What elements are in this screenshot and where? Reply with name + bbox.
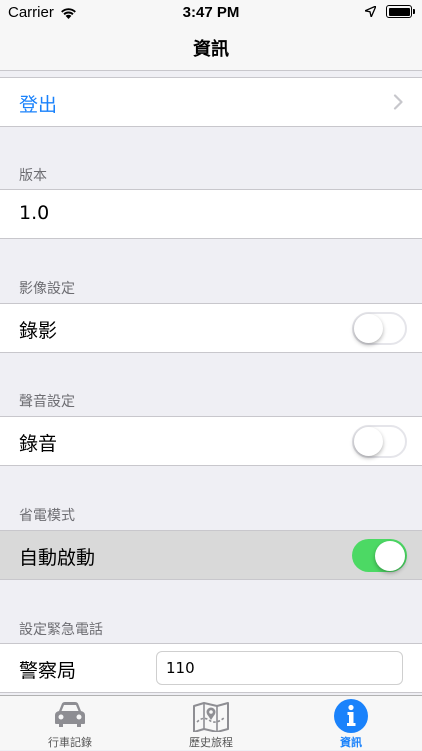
location-arrow-icon: [365, 6, 376, 17]
version-section-header: 版本: [19, 168, 47, 184]
toggle-knob: [354, 314, 383, 343]
tab-driving-record[interactable]: 行車記錄: [0, 696, 140, 751]
power-saving-section-header: 省電模式: [19, 508, 75, 524]
auto-start-row: 自動啟動: [0, 530, 422, 580]
tab-info[interactable]: 資訊: [281, 696, 421, 751]
video-record-label: 錄影: [19, 320, 58, 342]
auto-start-toggle[interactable]: [352, 539, 407, 572]
version-row: 1.0: [0, 189, 422, 239]
version-value: 1.0: [19, 202, 50, 224]
video-record-toggle[interactable]: [352, 312, 407, 345]
audio-record-label: 錄音: [19, 433, 58, 455]
logout-row[interactable]: 登出: [0, 77, 422, 127]
map-icon: [193, 702, 229, 732]
police-number-input[interactable]: 110: [156, 651, 403, 685]
car-icon: [55, 702, 85, 727]
emergency-section-header: 設定緊急電話: [19, 622, 103, 638]
navigation-bar: 資訊: [0, 26, 422, 71]
battery-icon: [386, 5, 415, 18]
tab-driving-record-label: 行車記錄: [48, 736, 92, 749]
toggle-knob: [354, 427, 383, 456]
audio-record-toggle[interactable]: [352, 425, 407, 458]
police-label: 警察局: [19, 660, 77, 682]
status-bar: Carrier 3:47 PM: [0, 0, 422, 26]
info-icon: [334, 699, 368, 733]
auto-start-label: 自動啟動: [19, 547, 96, 569]
chevron-right-icon: [393, 94, 403, 110]
video-record-row: 錄影: [0, 303, 422, 353]
status-time: 3:47 PM: [182, 4, 240, 21]
tab-bar: 行車記錄 歷史旅程 資訊: [0, 695, 422, 750]
page-title: 資訊: [193, 39, 229, 60]
tab-trip-history[interactable]: 歷史旅程: [141, 696, 281, 751]
tab-info-label: 資訊: [340, 736, 362, 749]
logout-label: 登出: [19, 94, 58, 116]
video-section-header: 影像設定: [19, 281, 75, 297]
tab-trip-history-label: 歷史旅程: [189, 736, 233, 749]
police-row: 警察局 110: [0, 643, 422, 693]
audio-section-header: 聲音設定: [19, 394, 75, 410]
toggle-knob: [375, 540, 405, 571]
audio-record-row: 錄音: [0, 416, 422, 466]
